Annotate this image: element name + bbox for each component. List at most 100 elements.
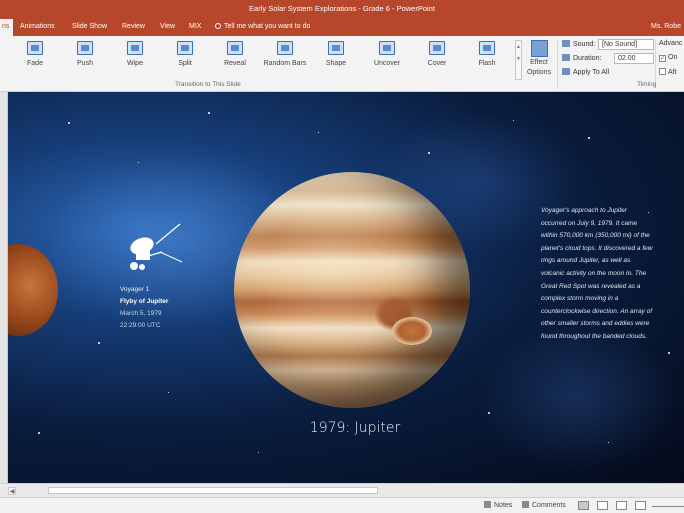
duration-icon bbox=[562, 54, 570, 61]
great-red-spot bbox=[392, 317, 432, 345]
slide-caption[interactable]: 1979: Jupiter bbox=[270, 420, 440, 436]
advance-after-checkbox[interactable]: Aft bbox=[659, 68, 677, 76]
scroll-left-icon[interactable]: ◀ bbox=[8, 487, 16, 495]
checkbox-icon bbox=[659, 68, 666, 75]
transition-label: Uncover bbox=[373, 60, 401, 67]
comments-label: Comments bbox=[532, 502, 566, 509]
effect-options-icon bbox=[530, 40, 548, 57]
transition-label: Reveal bbox=[224, 60, 246, 67]
voyager-info: Voyager 1 Flyby of Jupiter March 5, 1979… bbox=[120, 284, 168, 332]
transition-label: Random Bars bbox=[263, 60, 307, 67]
slide-sorter-view-icon[interactable] bbox=[597, 501, 608, 510]
voyager-probe-icon[interactable] bbox=[120, 222, 184, 282]
horizontal-scrollbar[interactable]: ◀ bbox=[0, 483, 684, 497]
sound-label-text: Sound: bbox=[573, 41, 596, 48]
group-label-timing: Timing bbox=[637, 81, 657, 88]
star bbox=[513, 120, 514, 121]
title-bar: Early Solar System Explorations - Grade … bbox=[0, 0, 684, 19]
apply-all-icon bbox=[562, 68, 570, 75]
probe-time: 22:29:00 UTC bbox=[120, 322, 161, 329]
sound-icon bbox=[562, 40, 570, 47]
tab-view[interactable]: View bbox=[160, 23, 175, 30]
probe-name: Voyager 1 bbox=[120, 286, 150, 293]
star bbox=[588, 137, 590, 139]
star bbox=[168, 392, 169, 393]
transition-shape-button[interactable]: Shape bbox=[313, 41, 359, 67]
star bbox=[428, 152, 430, 154]
chevron-up-icon[interactable]: ▲ bbox=[516, 41, 521, 53]
transition-label: Split bbox=[178, 60, 192, 67]
scrollbar-thumb[interactable] bbox=[48, 487, 378, 494]
transition-split-button[interactable]: Split bbox=[162, 41, 208, 67]
reading-view-icon[interactable] bbox=[616, 501, 627, 510]
star bbox=[138, 162, 139, 163]
tab-animations[interactable]: Animations bbox=[20, 23, 55, 30]
window-title: Early Solar System Explorations - Grade … bbox=[249, 4, 435, 13]
tell-me-search[interactable]: Tell me what you want to do bbox=[215, 23, 310, 30]
thumbnail-pane[interactable] bbox=[0, 92, 8, 483]
checkbox-checked-icon: ✓ bbox=[659, 55, 666, 62]
reveal-icon bbox=[227, 41, 243, 55]
tab-review[interactable]: Review bbox=[122, 23, 145, 30]
status-bar: Notes Comments bbox=[0, 497, 684, 513]
jupiter-planet[interactable] bbox=[234, 172, 470, 408]
transition-cover-button[interactable]: Cover bbox=[414, 41, 460, 67]
wipe-icon bbox=[127, 41, 143, 55]
transition-push-button[interactable]: Push bbox=[62, 41, 108, 67]
normal-view-icon[interactable] bbox=[578, 501, 589, 510]
duration-label-text: Duration: bbox=[573, 55, 602, 62]
effect-options-label-1: Effect bbox=[530, 59, 548, 66]
uncover-icon bbox=[379, 41, 395, 55]
split-icon bbox=[177, 41, 193, 55]
star bbox=[258, 452, 259, 453]
apply-to-all-button[interactable]: Apply To All bbox=[562, 68, 609, 76]
ribbon: Fade Push Wipe Split Reveal Random Bars … bbox=[0, 36, 684, 92]
effect-options-button[interactable]: Effect Options bbox=[526, 40, 552, 77]
advance-on-click-checkbox[interactable]: ✓ On bbox=[659, 54, 677, 62]
duration-field[interactable]: 02.00 bbox=[614, 53, 654, 64]
zoom-slider[interactable] bbox=[652, 506, 684, 507]
comments-button[interactable]: Comments bbox=[522, 501, 566, 509]
transition-reveal-button[interactable]: Reveal bbox=[212, 41, 258, 67]
star bbox=[208, 112, 210, 114]
comments-icon bbox=[522, 501, 529, 508]
tab-mix[interactable]: MIX bbox=[189, 23, 201, 30]
random-bars-icon bbox=[277, 41, 293, 55]
transition-uncover-button[interactable]: Uncover bbox=[364, 41, 410, 67]
transition-label: Cover bbox=[427, 60, 447, 67]
nebula-glow bbox=[478, 322, 678, 472]
transition-label: Wipe bbox=[127, 60, 143, 67]
transition-random-bars-button[interactable]: Random Bars bbox=[262, 41, 308, 67]
sound-label: Sound: bbox=[562, 40, 595, 48]
ribbon-divider bbox=[557, 40, 558, 88]
star bbox=[68, 122, 70, 124]
slideshow-view-icon[interactable] bbox=[635, 501, 646, 510]
user-name[interactable]: Ms. Robe bbox=[651, 23, 681, 30]
group-label-transition: Transition to This Slide bbox=[175, 81, 241, 88]
star bbox=[488, 412, 490, 414]
gallery-scrollbar[interactable]: ▲ ▼ bbox=[515, 40, 522, 80]
transition-label: Fade bbox=[27, 60, 43, 67]
star bbox=[318, 132, 319, 133]
on-click-label: On bbox=[668, 54, 678, 61]
push-icon bbox=[77, 41, 93, 55]
transition-label: Flash bbox=[478, 60, 496, 67]
tab-slide-show[interactable]: Slide Show bbox=[72, 23, 107, 30]
star bbox=[98, 342, 100, 344]
star bbox=[38, 432, 40, 434]
shape-icon bbox=[328, 41, 344, 55]
transition-fade-button[interactable]: Fade bbox=[12, 41, 58, 67]
chevron-down-icon[interactable]: ▼ bbox=[516, 53, 521, 65]
lightbulb-icon bbox=[215, 23, 221, 29]
notes-label: Notes bbox=[494, 502, 513, 509]
tab-transitions[interactable]: ns bbox=[0, 19, 14, 36]
transition-wipe-button[interactable]: Wipe bbox=[112, 41, 158, 67]
notes-button[interactable]: Notes bbox=[484, 501, 512, 509]
effect-options-label-2: Options bbox=[526, 69, 552, 76]
slide-canvas[interactable]: Voyager 1 Flyby of Jupiter March 5, 1979… bbox=[8, 92, 684, 483]
transition-flash-button[interactable]: Flash bbox=[464, 41, 510, 67]
slide-description[interactable]: Voyager's approach to Jupiter occurred o… bbox=[541, 205, 653, 344]
sound-select[interactable]: [No Sound] bbox=[598, 39, 654, 50]
ribbon-tabs: ns Animations Slide Show Review View MIX… bbox=[0, 19, 684, 36]
star bbox=[668, 352, 670, 354]
